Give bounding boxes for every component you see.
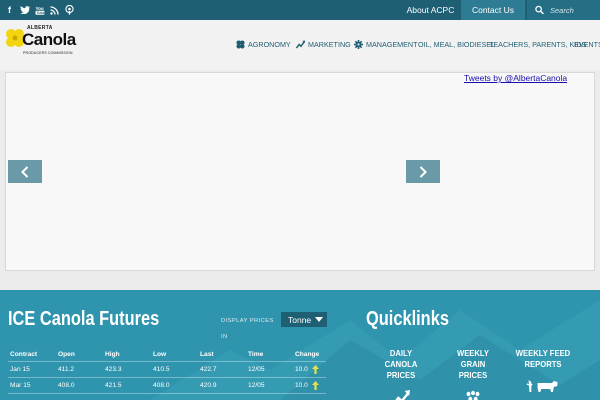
chevron-left-icon	[21, 165, 29, 178]
facebook-icon[interactable]: f	[2, 0, 17, 20]
slider-next-button[interactable]	[406, 160, 440, 183]
podcast-icon[interactable]	[62, 0, 77, 20]
quicklink-daily-canola-prices[interactable]: DAILY CANOLA PRICES	[373, 348, 429, 400]
quicklink-weekly-grain-prices[interactable]: WEEKLY GRAIN PRICES	[445, 348, 501, 400]
social-links: f You Tube	[2, 0, 77, 20]
footer-panel: ICE Canola Futures DISPLAY PRICES IN Ton…	[0, 290, 600, 400]
cell-low: 410.5	[153, 366, 170, 373]
rss-icon[interactable]	[47, 0, 62, 20]
contact-us-link[interactable]: Contact Us	[461, 0, 525, 20]
nav-oil-meal-biodiesel[interactable]: OIL, MEAL, BIODIESEL	[418, 40, 495, 49]
chevron-down-icon	[315, 317, 323, 322]
quicklink-label-line1: DAILY CANOLA	[384, 348, 418, 369]
unit-select-value: Tonne	[288, 314, 312, 325]
quicklink-label-line2: PRICES	[458, 370, 488, 380]
quicklink-label-line1: WEEKLY GRAIN	[456, 348, 490, 369]
cell-contract: Mar 15	[10, 382, 31, 389]
nav-agronomy-label: AGRONOMY	[248, 40, 291, 49]
col-open: Open	[58, 351, 75, 358]
cow-icon	[526, 380, 558, 392]
nav-marketing-label: MARKETING	[308, 40, 351, 49]
cell-open: 408.0	[58, 382, 75, 389]
grain-icon	[466, 390, 480, 400]
search-box	[527, 0, 600, 20]
nav-management-label: MANAGEMENT	[366, 40, 418, 49]
futures-table: Contract Open High Low Last Time Change …	[8, 349, 326, 394]
quicklink-label-line2: REPORTS	[524, 359, 562, 369]
price-chart-icon	[395, 390, 410, 400]
search-input[interactable]	[550, 5, 600, 15]
cell-high: 423.3	[105, 366, 122, 373]
youtube-icon[interactable]: You Tube	[32, 0, 47, 20]
col-contract: Contract	[10, 351, 38, 358]
gear-icon	[354, 40, 363, 49]
col-low: Low	[153, 351, 167, 358]
content-slider	[5, 72, 595, 271]
nav-events-label: EVENTS	[574, 40, 600, 49]
cell-last: 420.9	[200, 382, 217, 389]
cell-change: 10.0	[295, 366, 308, 373]
nav-teachers-parents-kids[interactable]: TEACHERS, PARENTS, KIDS	[489, 40, 586, 49]
cell-open: 411.2	[58, 366, 75, 373]
cell-time: 12/05	[248, 366, 265, 373]
clover-icon	[236, 40, 245, 49]
col-time: Time	[248, 351, 264, 358]
slider-prev-button[interactable]	[8, 160, 42, 183]
main-nav: AGRONOMY MARKETING MANAGEMENT OIL, MEAL,…	[0, 40, 600, 52]
futures-title: ICE Canola Futures	[8, 308, 160, 330]
unit-select[interactable]: Tonne	[281, 312, 327, 327]
arrow-up-icon	[312, 365, 319, 374]
nav-oil-label: OIL, MEAL, BIODIESEL	[418, 40, 496, 49]
col-last: Last	[200, 351, 214, 358]
arrow-up-icon	[312, 381, 319, 390]
cell-low: 408.0	[153, 382, 170, 389]
quicklink-weekly-feed-reports[interactable]: WEEKLY FEED REPORTS	[515, 348, 571, 399]
display-prices-label: DISPLAY PRICES IN	[221, 318, 274, 340]
table-row: Mar 15 408.0 421.5 408.0 420.9 12/05 10.…	[8, 378, 326, 394]
nav-events[interactable]: EVENTS	[574, 40, 600, 49]
twitter-timeline-link[interactable]: Tweets by @AlbertaCanola	[464, 73, 567, 83]
svg-text:Tube: Tube	[36, 10, 44, 14]
col-high: High	[105, 351, 120, 358]
about-acpc-link[interactable]: About ACPC	[402, 0, 459, 20]
chevron-right-icon	[419, 165, 427, 178]
quicklinks-title: Quicklinks	[366, 308, 449, 330]
table-row: Jan 15 411.2 423.3 410.5 422.7 12/05 10.…	[8, 362, 326, 378]
cell-high: 421.5	[105, 382, 122, 389]
site-header: ALBERTA Canola PRODUCERS COMMISSION AGRO…	[0, 20, 600, 70]
twitter-icon[interactable]	[17, 0, 32, 20]
cell-change: 10.0	[295, 382, 308, 389]
nav-management[interactable]: MANAGEMENT	[354, 40, 418, 49]
table-header-row: Contract Open High Low Last Time Change	[8, 349, 326, 362]
col-change: Change	[295, 351, 320, 358]
top-links: About ACPC Contact Us	[402, 0, 600, 20]
nav-teachers-label: TEACHERS, PARENTS, KIDS	[489, 40, 587, 49]
nav-marketing[interactable]: MARKETING	[296, 40, 351, 49]
search-icon[interactable]	[535, 5, 544, 15]
quicklink-label-line1: WEEKLY FEED	[515, 348, 571, 358]
trend-up-icon	[296, 40, 305, 49]
cell-last: 422.7	[200, 366, 217, 373]
top-bar: f You Tube About ACPC Contact Us	[0, 0, 600, 20]
cell-contract: Jan 15	[10, 366, 30, 373]
quicklink-label-line2: PRICES	[386, 370, 416, 380]
cell-time: 12/05	[248, 382, 265, 389]
nav-agronomy[interactable]: AGRONOMY	[236, 40, 291, 49]
